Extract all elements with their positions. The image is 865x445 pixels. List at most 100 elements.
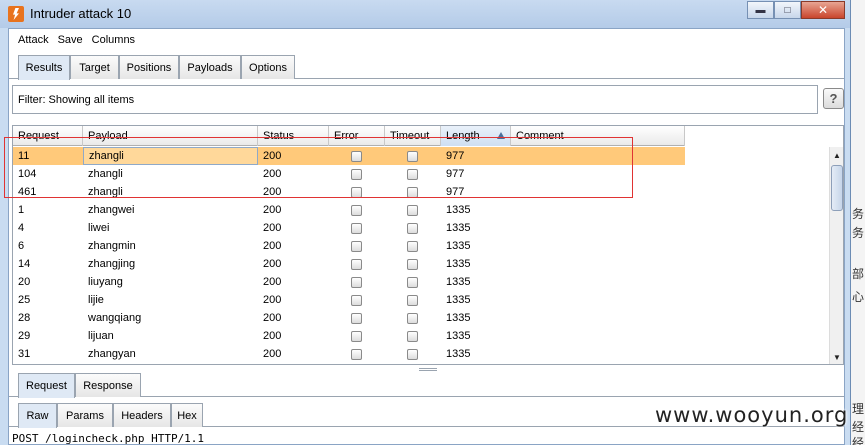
minimize-button[interactable]: ▬	[747, 1, 774, 19]
cell-status: 200	[263, 150, 282, 162]
cell-payload: zhangjing	[88, 258, 136, 270]
column-header-error[interactable]: Error	[329, 126, 385, 146]
minimize-icon: ▬	[755, 4, 766, 16]
error-checkbox	[351, 151, 362, 162]
timeout-checkbox	[407, 223, 418, 234]
background-window-strip: 务 务 部 心 理 经 经	[851, 0, 865, 445]
cell-length: 1335	[446, 240, 471, 252]
table-row[interactable]: 4 liwei 200 1335	[13, 219, 685, 237]
filter-bar[interactable]: Filter: Showing all items	[12, 85, 818, 114]
background-glyph: 务	[852, 226, 865, 240]
cell-status: 200	[263, 258, 282, 270]
tab-results[interactable]: Results	[18, 55, 70, 80]
cell-payload: zhangmin	[88, 240, 136, 252]
tab-request[interactable]: Request	[18, 373, 75, 398]
burp-app-icon	[8, 6, 24, 22]
cell-length: 1335	[446, 348, 471, 360]
table-row[interactable]: 25 lijie 200 1335	[13, 291, 685, 309]
table-row[interactable]: 14 zhangjing 200 1335	[13, 255, 685, 273]
cell-payload: zhangli	[88, 168, 123, 180]
cell-length: 977	[446, 186, 465, 198]
detail-tabs: Request Response	[9, 373, 844, 398]
table-row[interactable]: 104 zhangli 200 977	[13, 165, 685, 183]
cell-length: 1335	[446, 258, 471, 270]
tab-params[interactable]: Params	[57, 403, 113, 427]
splitter-grip-icon	[419, 368, 437, 371]
table-row[interactable]: 11 zhangli 200 977	[13, 147, 685, 165]
scroll-up-icon[interactable]: ▲	[832, 149, 842, 161]
cell-payload: liwei	[88, 222, 110, 234]
menu-columns[interactable]: Columns	[92, 34, 135, 46]
background-glyph: 心	[852, 290, 865, 304]
cell-payload: zhangli	[83, 147, 258, 165]
menu-attack[interactable]: Attack	[18, 34, 49, 46]
table-row[interactable]: 20 liuyang 200 1335	[13, 273, 685, 291]
error-checkbox	[351, 223, 362, 234]
scroll-down-icon[interactable]: ▼	[832, 351, 842, 363]
cell-status: 200	[263, 222, 282, 234]
cell-length: 1335	[446, 294, 471, 306]
column-header-status[interactable]: Status	[258, 126, 329, 146]
table-row[interactable]: 28 wangqiang 200 1335	[13, 309, 685, 327]
close-button[interactable]: ✕	[801, 1, 845, 19]
error-checkbox	[351, 295, 362, 306]
intruder-window: Intruder attack 10 ▬ □ ✕ Attack Save Col…	[0, 0, 851, 445]
cell-payload: zhangwei	[88, 204, 135, 216]
maximize-icon: □	[784, 4, 791, 16]
tab-positions[interactable]: Positions	[119, 55, 179, 79]
window-title: Intruder attack 10	[30, 6, 132, 21]
scroll-thumb[interactable]	[831, 165, 843, 211]
cell-status: 200	[263, 330, 282, 342]
table-scrollbar[interactable]: ▲ ▼	[829, 147, 843, 364]
timeout-checkbox	[407, 151, 418, 162]
table-row[interactable]: 1 zhangwei 200 1335	[13, 201, 685, 219]
tab-response[interactable]: Response	[75, 373, 141, 397]
cell-payload: zhangyan	[88, 348, 136, 360]
cell-request: 29	[18, 330, 31, 342]
table-row[interactable]: 31 zhangyan 200 1335	[13, 345, 685, 363]
cell-request: 461	[18, 186, 37, 198]
help-button[interactable]: ?	[823, 88, 844, 109]
tab-target[interactable]: Target	[70, 55, 119, 79]
timeout-checkbox	[407, 259, 418, 270]
tab-raw[interactable]: Raw	[18, 403, 57, 428]
background-glyph: 部	[852, 267, 865, 281]
cell-request: 31	[18, 348, 31, 360]
table-body: 11 zhangli 200 977 104 zhangli 200 977 461 zhangl…	[13, 147, 685, 363]
column-header-comment[interactable]: Comment	[511, 126, 685, 146]
cell-request: 14	[18, 258, 31, 270]
timeout-checkbox	[407, 277, 418, 288]
table-row[interactable]: 6 zhangmin 200 1335	[13, 237, 685, 255]
background-glyph: 务	[852, 207, 865, 221]
error-checkbox	[351, 241, 362, 252]
request-editor-line[interactable]: POST /logincheck.php HTTP/1.1	[12, 432, 204, 445]
cell-request: 6	[18, 240, 25, 252]
tab-options[interactable]: Options	[241, 55, 295, 79]
tab-headers[interactable]: Headers	[113, 403, 171, 427]
cell-request: 4	[18, 222, 25, 234]
column-header-length[interactable]: Length	[441, 126, 511, 146]
title-bar[interactable]: Intruder attack 10 ▬ □ ✕	[0, 0, 850, 28]
main-tabs: Results Target Positions Payloads Option…	[9, 55, 844, 80]
tab-payloads[interactable]: Payloads	[179, 55, 241, 79]
help-icon: ?	[829, 91, 838, 106]
cell-length: 1335	[446, 222, 471, 234]
timeout-checkbox	[407, 205, 418, 216]
cell-payload: zhangli	[88, 186, 123, 198]
cell-status: 200	[263, 186, 282, 198]
cell-status: 200	[263, 240, 282, 252]
menu-save[interactable]: Save	[58, 34, 83, 46]
column-header-timeout[interactable]: Timeout	[385, 126, 441, 146]
maximize-button[interactable]: □	[774, 1, 801, 19]
tab-hex[interactable]: Hex	[171, 403, 203, 427]
error-checkbox	[351, 259, 362, 270]
cell-status: 200	[263, 168, 282, 180]
background-glyph: 理	[852, 402, 865, 416]
table-row[interactable]: 461 zhangli 200 977	[13, 183, 685, 201]
cell-length: 977	[446, 150, 465, 162]
cell-status: 200	[263, 276, 282, 288]
column-header-request[interactable]: Request	[13, 126, 83, 146]
error-checkbox	[351, 277, 362, 288]
table-row[interactable]: 29 lijuan 200 1335	[13, 327, 685, 345]
column-header-payload[interactable]: Payload	[83, 126, 258, 146]
